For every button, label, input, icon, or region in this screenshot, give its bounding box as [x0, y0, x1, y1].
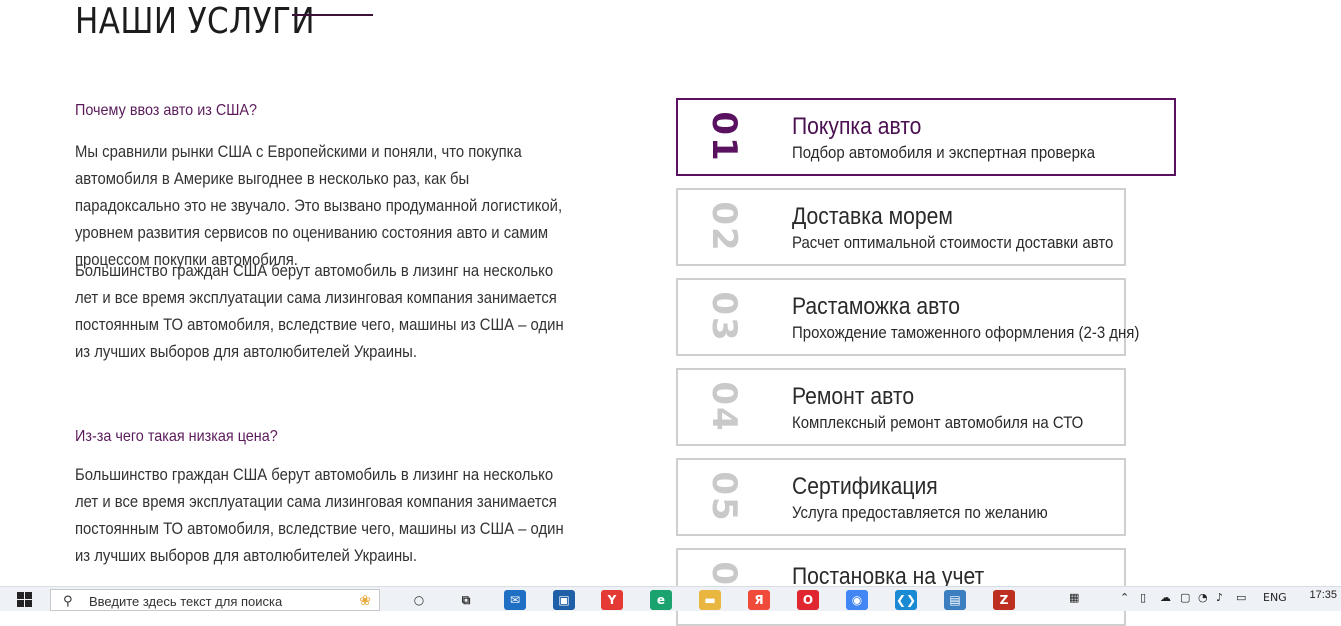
yandex-browser-icon[interactable]: Y: [601, 590, 623, 610]
service-card-shipping[interactable]: 02 Доставка морем Расчет оптимальной сто…: [676, 188, 1126, 266]
service-number: 05: [704, 471, 744, 523]
task-view-icon[interactable]: ⧉: [455, 590, 477, 610]
service-card-repair[interactable]: 04 Ремонт авто Комплексный ремонт автомо…: [676, 368, 1126, 446]
clock[interactable]: 17:35: [1309, 589, 1337, 601]
edge-icon[interactable]: e: [650, 590, 672, 610]
service-subtitle: Прохождение таможенного оформления (2-3 …: [792, 323, 1140, 342]
article-paragraph: Мы сравнили рынки США с Европейскими и п…: [75, 143, 563, 269]
windows-logo-icon: [17, 600, 24, 607]
search-icon: ⚲: [63, 594, 73, 609]
service-title: Растаможка авто: [792, 293, 961, 320]
store-icon[interactable]: ▣: [553, 590, 575, 610]
yandex-icon[interactable]: Я: [748, 590, 770, 610]
article-paragraph: Большинство граждан США берут автомобиль…: [75, 262, 564, 361]
search-highlight-icon: ❀: [359, 592, 371, 608]
search-app-icon[interactable]: ○: [408, 590, 430, 610]
service-subtitle: Услуга предоставляется по желанию: [792, 503, 1048, 522]
service-title: Ремонт авто: [792, 383, 915, 410]
taskbar-news-icon[interactable]: ▦: [1069, 591, 1079, 604]
tray-battery-icon[interactable]: ▭: [1236, 591, 1246, 604]
tray-security-icon[interactable]: ▢: [1180, 591, 1190, 604]
remote-desktop-icon[interactable]: ▤: [944, 590, 966, 610]
service-title: Сертификация: [792, 473, 938, 500]
tray-chevron-icon[interactable]: ⌃: [1120, 591, 1129, 604]
file-explorer-icon[interactable]: ▬: [699, 590, 721, 610]
page-title: НАШИ УСЛУГИ: [75, 1, 315, 42]
article-heading: Почему ввоз авто из США?: [75, 102, 258, 119]
service-card-purchase[interactable]: 01 Покупка авто Подбор автомобиля и эксп…: [676, 98, 1176, 176]
service-subtitle: Расчет оптимальной стоимости доставки ав…: [792, 233, 1114, 252]
service-subtitle: Комплексный ремонт автомобиля на СТО: [792, 413, 1084, 432]
service-card-customs[interactable]: 03 Растаможка авто Прохождение таможенно…: [676, 278, 1139, 356]
vscode-icon[interactable]: ❮❯: [895, 590, 917, 610]
search-placeholder: Введите здесь текст для поиска: [89, 594, 283, 609]
chrome-icon[interactable]: ◉: [846, 590, 868, 610]
service-title: Покупка авто: [792, 113, 922, 140]
tray-volume-icon[interactable]: ♪: [1216, 591, 1223, 604]
article-paragraph: Большинство граждан США берут автомобиль…: [75, 466, 564, 565]
windows-logo-icon: [17, 592, 24, 599]
opera-icon[interactable]: O: [797, 590, 819, 610]
start-button[interactable]: [0, 587, 46, 611]
service-number: 03: [704, 291, 744, 343]
title-underline: [292, 14, 373, 16]
filezilla-icon[interactable]: Z: [993, 590, 1015, 610]
windows-logo-icon: [25, 600, 32, 607]
service-number: 01: [704, 111, 744, 163]
tray-onedrive-icon[interactable]: ☁: [1160, 591, 1171, 604]
tray-network-icon[interactable]: ▯: [1140, 591, 1146, 604]
service-number: 04: [704, 381, 744, 433]
mail-icon[interactable]: ✉: [504, 590, 526, 610]
windows-logo-icon: [25, 592, 32, 599]
language-indicator[interactable]: ENG: [1263, 591, 1287, 604]
service-subtitle: Подбор автомобиля и экспертная проверка: [792, 143, 1096, 162]
service-card-certification[interactable]: 05 Сертификация Услуга предоставляется п…: [676, 458, 1126, 536]
article-heading: Из-за чего такая низкая цена?: [75, 428, 278, 445]
windows-taskbar: ⚲ Введите здесь текст для поиска ❀ ○ ⧉ ✉ ▣ Y…: [0, 586, 1341, 611]
taskbar-search-input[interactable]: ⚲ Введите здесь текст для поиска ❀: [50, 589, 380, 611]
service-number: 02: [704, 201, 744, 253]
tray-wifi-icon[interactable]: ◔: [1198, 591, 1208, 604]
service-title: Доставка морем: [792, 203, 953, 230]
